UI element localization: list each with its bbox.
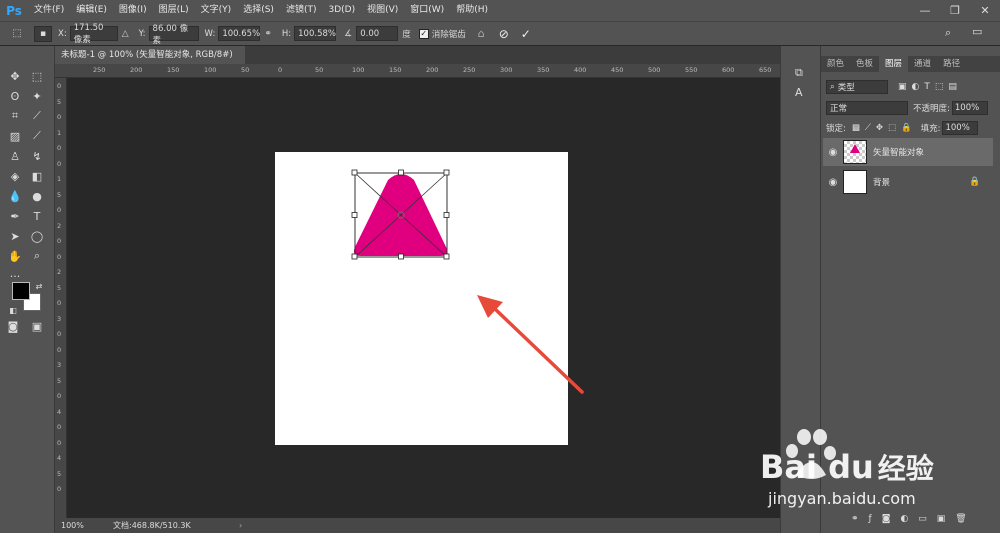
watermark-paw-space — [817, 448, 828, 486]
lock-icon: 🔒 — [969, 177, 981, 187]
layer-filter-row: ⌕ 类型 ▣◐T⬚▤ — [821, 78, 1000, 96]
transform-handle[interactable] — [351, 212, 358, 218]
zoom-level[interactable]: 100% — [55, 521, 91, 530]
transform-handle[interactable] — [398, 169, 404, 176]
blend-row: 正常 不透明度: 100% — [821, 99, 1000, 117]
layer-thumbnail — [843, 140, 867, 164]
opacity-label: 不透明度: — [913, 104, 950, 114]
status-bar: 100% 文档:468.8K/510.3K › — [55, 518, 780, 533]
baidu-watermark: Bai du 经验 jingyan.baidu.com — [760, 425, 995, 515]
transform-handle[interactable] — [443, 253, 450, 260]
layer-row-smart-object[interactable]: ◉ 矢量智能对象 — [823, 138, 993, 166]
visibility-eye-icon[interactable]: ◉ — [823, 147, 843, 158]
transform-handle[interactable] — [443, 212, 450, 218]
layer-filter-icons[interactable]: ▣◐T⬚▤ — [898, 82, 962, 92]
transform-handle[interactable] — [398, 253, 404, 260]
history-panel-icon[interactable]: ⧉ — [795, 66, 803, 80]
layer-thumbnail — [843, 170, 867, 194]
watermark-brand-du: du — [828, 448, 874, 486]
tab-swatches[interactable]: 色板 — [850, 56, 879, 72]
transform-handle[interactable] — [351, 253, 358, 260]
panel-tab-bar: 颜色 色板 图层 通道 路径 — [821, 56, 1000, 72]
layer-filter-label: 类型 — [837, 83, 855, 93]
fill-field[interactable]: 100% — [942, 121, 979, 135]
character-panel-icon[interactable]: A — [795, 86, 803, 99]
document-size: 文档:468.8K/510.3K — [113, 521, 191, 530]
watermark-url: jingyan.baidu.com — [768, 489, 916, 508]
layer-panel-footer-icons[interactable]: ⚭ƒ◙◐▭▣🗑 — [851, 514, 977, 524]
annotation-arrow — [492, 306, 584, 394]
lock-icons[interactable]: ▩⟋✥⬚🔒 — [852, 123, 917, 133]
opacity-field[interactable]: 100% — [951, 101, 988, 115]
transform-handle[interactable] — [351, 169, 358, 176]
layer-name[interactable]: 矢量智能对象 — [873, 146, 924, 158]
layer-filter-select[interactable]: ⌕ 类型 — [826, 80, 888, 94]
fill-label: 填充: — [920, 124, 941, 134]
search-icon: ⌕ — [830, 82, 835, 92]
blend-mode-select[interactable]: 正常 — [826, 101, 908, 115]
visibility-eye-icon[interactable]: ◉ — [823, 177, 843, 188]
layer-name[interactable]: 背景 — [873, 176, 890, 188]
tab-paths[interactable]: 路径 — [937, 56, 966, 72]
status-menu-arrow[interactable]: › — [239, 521, 242, 530]
transform-handle[interactable] — [443, 169, 450, 176]
tab-channels[interactable]: 通道 — [908, 56, 937, 72]
lock-row: 锁定: ▩⟋✥⬚🔒 填充: 100% — [821, 119, 1000, 137]
lock-label: 锁定: — [826, 124, 846, 134]
layer-row-background[interactable]: ◉ 背景 🔒 — [823, 168, 993, 196]
watermark-brand: Bai — [760, 448, 817, 486]
watermark-cn: 经验 — [877, 452, 934, 485]
tab-color[interactable]: 颜色 — [821, 56, 850, 72]
tab-layers[interactable]: 图层 — [879, 56, 909, 72]
